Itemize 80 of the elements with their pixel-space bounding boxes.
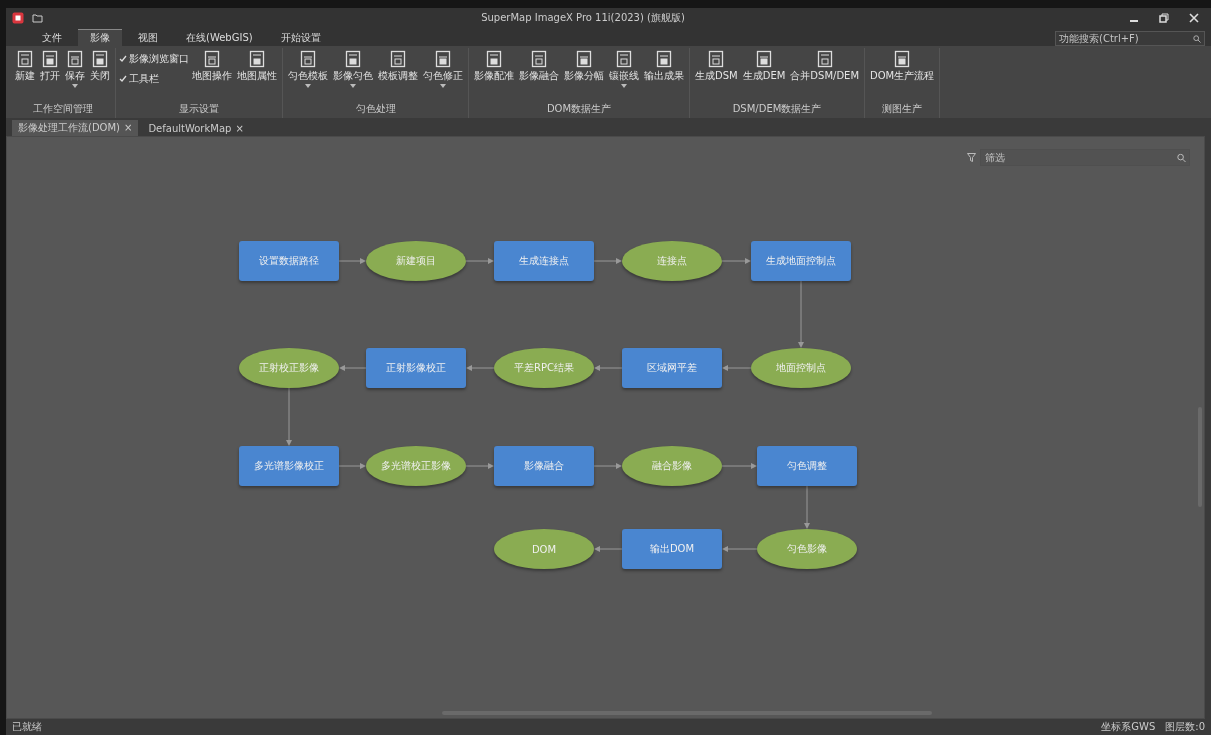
ribbon-button[interactable]: 地图操作 <box>190 48 234 85</box>
search-icon <box>1177 153 1186 162</box>
close-icon[interactable] <box>1189 13 1199 23</box>
window-title: SuperMap ImageX Pro 11i(2023) (旗舰版) <box>480 11 686 25</box>
restore-icon[interactable] <box>1159 13 1169 23</box>
ribbon-button[interactable]: 影像分幅 <box>562 48 606 85</box>
document-icon <box>435 50 451 68</box>
ribbon-button[interactable]: 模板调整 <box>376 48 420 85</box>
status-text: 已就绪 <box>12 720 43 734</box>
process-node[interactable]: 生成连接点 <box>494 241 594 281</box>
connector-arrow <box>798 280 804 348</box>
document-tab[interactable]: 影像处理工作流(DOM) × <box>12 120 139 136</box>
ribbon-button[interactable]: 匀色修正 <box>421 48 465 90</box>
app-logo-icon <box>12 12 24 24</box>
document-icon <box>345 50 361 68</box>
status-text: 图层数:0 <box>1165 720 1205 734</box>
ribbon-button[interactable]: 关闭 <box>88 48 112 85</box>
connector-arrow <box>804 485 810 529</box>
document-icon <box>42 50 58 68</box>
ribbon-button[interactable]: 保存 <box>63 48 87 90</box>
group-label: 匀色处理 <box>354 102 397 116</box>
search-field[interactable]: 功能搜索(Ctrl+F) <box>1055 31 1205 46</box>
document-icon <box>486 50 502 68</box>
filter-field[interactable]: 筛选 <box>980 149 1190 166</box>
ribbon-button[interactable]: 影像配准 <box>472 48 516 85</box>
group-label: DSM/DEM数据生产 <box>731 102 823 116</box>
process-node[interactable]: 匀色调整 <box>757 446 857 486</box>
group-label: 显示设置 <box>178 102 220 116</box>
document-icon <box>249 50 265 68</box>
document-icon <box>204 50 220 68</box>
document-icon <box>300 50 316 68</box>
menu-tab[interactable]: 开始设置 <box>268 29 333 46</box>
ribbon-button[interactable]: 生成DEM <box>740 48 788 85</box>
toolbar-checkbox[interactable]: 影像浏览窗口 <box>119 52 189 66</box>
process-node[interactable]: 生成地面控制点 <box>751 241 851 281</box>
ribbon-button[interactable]: 打开 <box>38 48 62 85</box>
document-icon <box>390 50 406 68</box>
ribbon-button[interactable]: 影像融合 <box>517 48 561 85</box>
process-node[interactable]: 正射影像校正 <box>366 348 466 388</box>
process-node[interactable]: 区域网平差 <box>622 348 722 388</box>
ribbon-button[interactable]: 镶嵌线 <box>607 48 641 90</box>
document-icon <box>531 50 547 68</box>
ribbon-button[interactable]: 合并DSM/DEM <box>788 48 862 85</box>
menu-tab[interactable]: 在线(WebGIS) <box>174 29 265 46</box>
ribbon-button[interactable]: DOM生产流程 <box>868 48 937 85</box>
ribbon-button[interactable]: 输出成果 <box>642 48 686 85</box>
document-icon <box>894 50 911 68</box>
process-node[interactable]: 影像融合 <box>494 446 594 486</box>
document-icon <box>576 50 592 68</box>
menu-tab[interactable]: 视图 <box>126 29 170 46</box>
ribbon-button[interactable]: 影像匀色 <box>331 48 375 90</box>
document-icon <box>656 50 672 68</box>
group-label: 测图生产 <box>881 102 924 116</box>
document-icon <box>816 50 833 68</box>
check-icon <box>119 55 127 63</box>
ribbon-button[interactable]: 匀色模板 <box>286 48 330 90</box>
group-label: DOM数据生产 <box>545 102 613 116</box>
ribbon-button[interactable]: 新建 <box>13 48 37 85</box>
status-text: 坐标系GWS <box>1101 720 1156 734</box>
process-node[interactable]: 设置数据路径 <box>239 241 339 281</box>
document-icon <box>616 50 632 68</box>
document-icon <box>708 50 725 68</box>
folder-icon[interactable] <box>32 13 43 23</box>
document-icon <box>92 50 108 68</box>
document-icon <box>756 50 772 68</box>
process-node[interactable]: 输出DOM <box>622 529 722 569</box>
check-icon <box>119 75 127 83</box>
ribbon-button[interactable]: 地图属性 <box>235 48 279 85</box>
group-label: 工作空间管理 <box>31 102 94 116</box>
search-icon <box>1193 34 1201 43</box>
ribbon-button[interactable]: 生成DSM <box>693 48 740 85</box>
connector-arrow <box>286 387 292 446</box>
filter-icon[interactable] <box>967 153 976 162</box>
document-icon <box>67 50 83 68</box>
process-node[interactable]: 多光谱影像校正 <box>239 446 339 486</box>
menu-tab[interactable]: 影像 <box>78 29 122 46</box>
menu-tab[interactable]: 文件 <box>30 29 74 46</box>
toolbar-checkbox[interactable]: 工具栏 <box>119 72 189 86</box>
document-icon <box>17 50 33 68</box>
document-tab[interactable]: DefaultWorkMap × <box>142 120 250 136</box>
